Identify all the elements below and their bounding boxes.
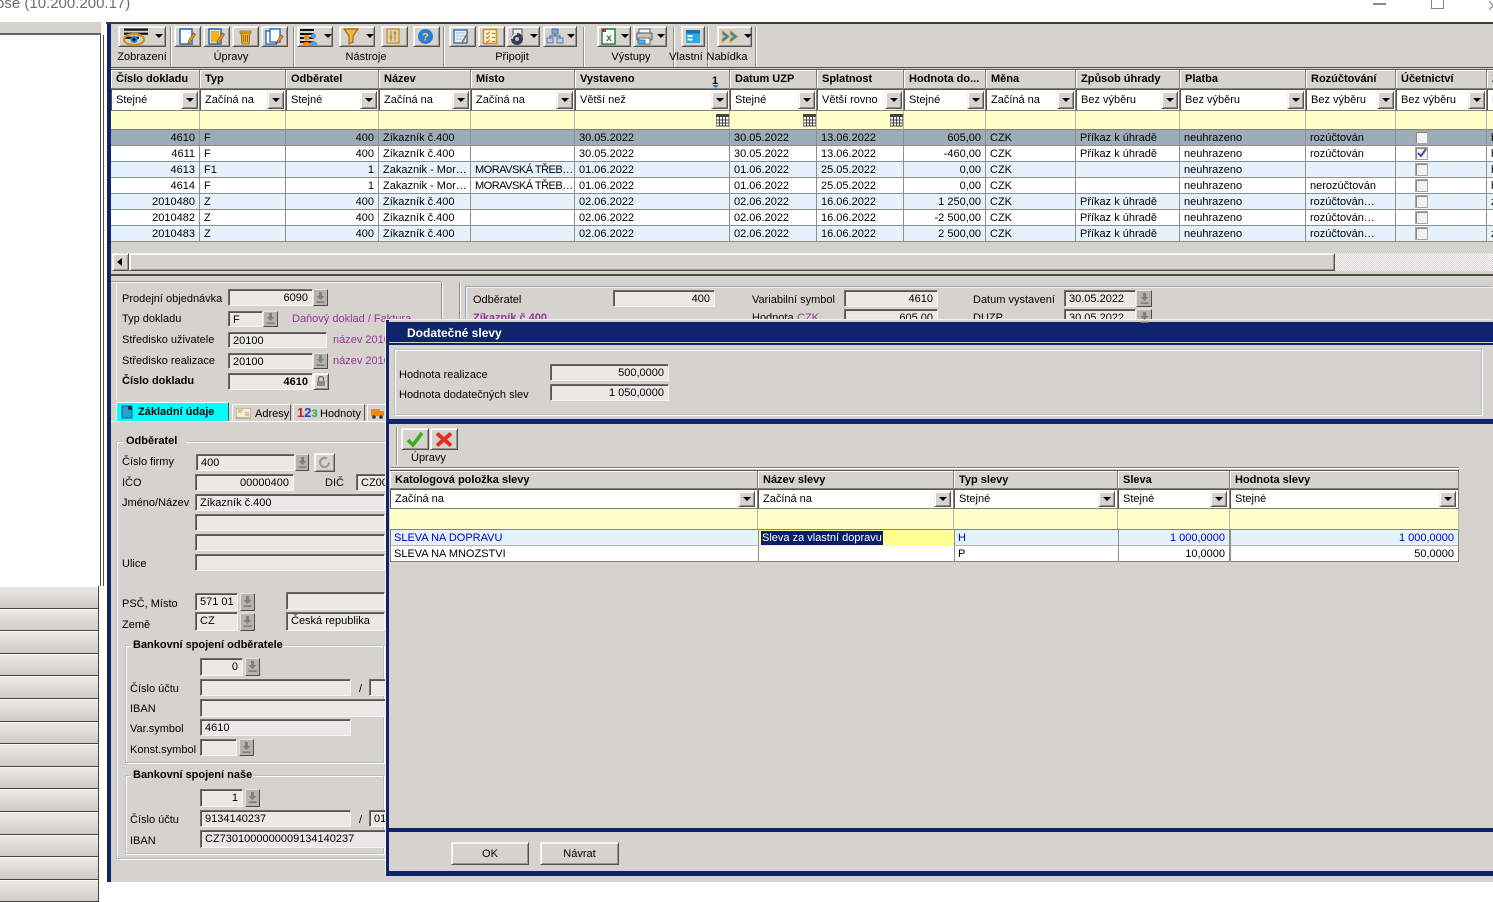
svg-text:?: ?	[422, 32, 429, 44]
svg-text:x: x	[606, 33, 612, 44]
